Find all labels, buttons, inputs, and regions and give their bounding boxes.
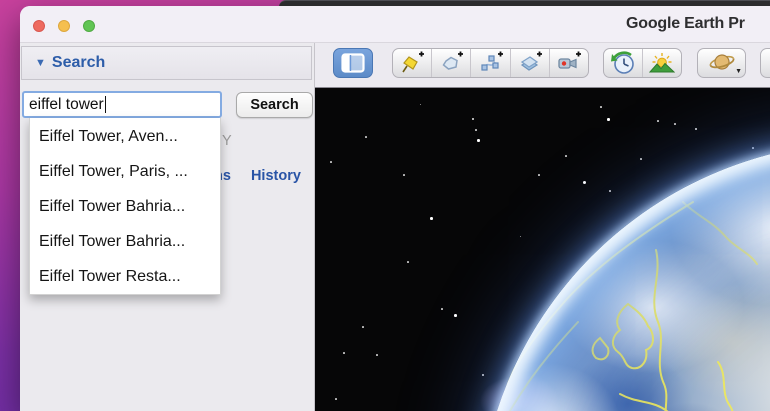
star: [695, 128, 697, 130]
historical-imagery-button[interactable]: [604, 49, 642, 77]
star: [420, 104, 421, 105]
star: [454, 314, 457, 317]
add-path-button[interactable]: [470, 49, 509, 77]
star: [475, 129, 477, 131]
dropdown-arrow-icon: ▼: [735, 68, 742, 75]
polygon-icon: [442, 51, 464, 70]
panel-layout-icon: [341, 53, 365, 73]
titlebar: Google Earth Pr: [20, 6, 770, 43]
earth-viewport[interactable]: [315, 88, 770, 411]
star: [607, 118, 610, 121]
search-input[interactable]: eiffel tower: [22, 91, 222, 118]
clock-history-icon: [611, 51, 634, 74]
camcorder-icon: [558, 51, 581, 69]
app-window: Google Earth Pr ▼ Search Y ns History ei…: [20, 6, 770, 411]
search-panel-header[interactable]: ▼ Search: [21, 46, 312, 80]
search-sidebar: ▼ Search Y ns History eiffel tower Searc…: [20, 43, 315, 411]
star: [600, 106, 602, 108]
search-input-value: eiffel tower: [29, 95, 104, 113]
star: [403, 174, 405, 176]
suggestion-item[interactable]: Eiffel Tower, Aven...: [30, 119, 220, 154]
text-caret: [104, 96, 107, 113]
country-borders-lines: [495, 201, 758, 411]
star: [441, 308, 443, 310]
star: [330, 161, 332, 163]
path-icon: [480, 51, 503, 71]
sunlight-button[interactable]: [642, 49, 681, 77]
toolbar: ▼: [315, 43, 770, 88]
image-overlay-icon: [520, 51, 542, 71]
star: [343, 352, 345, 354]
pushpin-icon: [402, 51, 425, 73]
star: [674, 123, 676, 125]
toggle-sidebar-button[interactable]: [333, 48, 373, 78]
star: [407, 261, 409, 263]
sunrise-icon: [649, 53, 675, 73]
search-suggestions: Eiffel Tower, Aven... Eiffel Tower, Paris…: [29, 118, 221, 295]
imagery-tools-group: [603, 48, 682, 78]
star: [335, 398, 337, 400]
record-tour-button[interactable]: [548, 49, 588, 77]
search-panel-title: Search: [51, 54, 106, 71]
main-content: ▼: [315, 43, 770, 411]
planet-tools-group: ▼: [697, 48, 746, 78]
suggestion-item[interactable]: Eiffel Tower Resta...: [30, 259, 220, 294]
add-polygon-button[interactable]: [431, 49, 470, 77]
desktop: { "window": { "title": "Google Earth Pr"…: [0, 0, 770, 411]
creation-tools-group: [392, 48, 589, 78]
collapse-triangle-icon[interactable]: ▼: [35, 57, 46, 69]
search-links-row: ns History: [214, 168, 301, 184]
suggestion-item[interactable]: Eiffel Tower Bahria...: [30, 189, 220, 224]
saturn-icon: [709, 54, 734, 70]
suggestion-item[interactable]: Eiffel Tower, Paris, ...: [30, 154, 220, 189]
minimize-window-button[interactable]: [58, 20, 70, 32]
star: [472, 118, 474, 120]
search-button[interactable]: Search: [236, 92, 313, 118]
star: [365, 136, 367, 138]
zoom-window-button[interactable]: [83, 20, 95, 32]
earth-globe[interactable]: [478, 142, 770, 411]
obscured-text-fragment: Y: [222, 133, 232, 149]
add-image-overlay-button[interactable]: [509, 49, 549, 77]
add-placemark-button[interactable]: [393, 49, 431, 77]
star: [362, 326, 364, 328]
suggestion-item[interactable]: Eiffel Tower Bahria...: [30, 224, 220, 259]
partial-toolbar-group: [760, 48, 770, 78]
star: [376, 354, 378, 356]
close-window-button[interactable]: [33, 20, 45, 32]
window-title: Google Earth Pr: [626, 15, 745, 32]
star: [657, 120, 659, 122]
star: [430, 217, 433, 220]
switch-planet-button[interactable]: ▼: [698, 49, 745, 77]
history-link[interactable]: History: [251, 168, 301, 184]
clipped-toolbar-button[interactable]: [761, 49, 770, 77]
